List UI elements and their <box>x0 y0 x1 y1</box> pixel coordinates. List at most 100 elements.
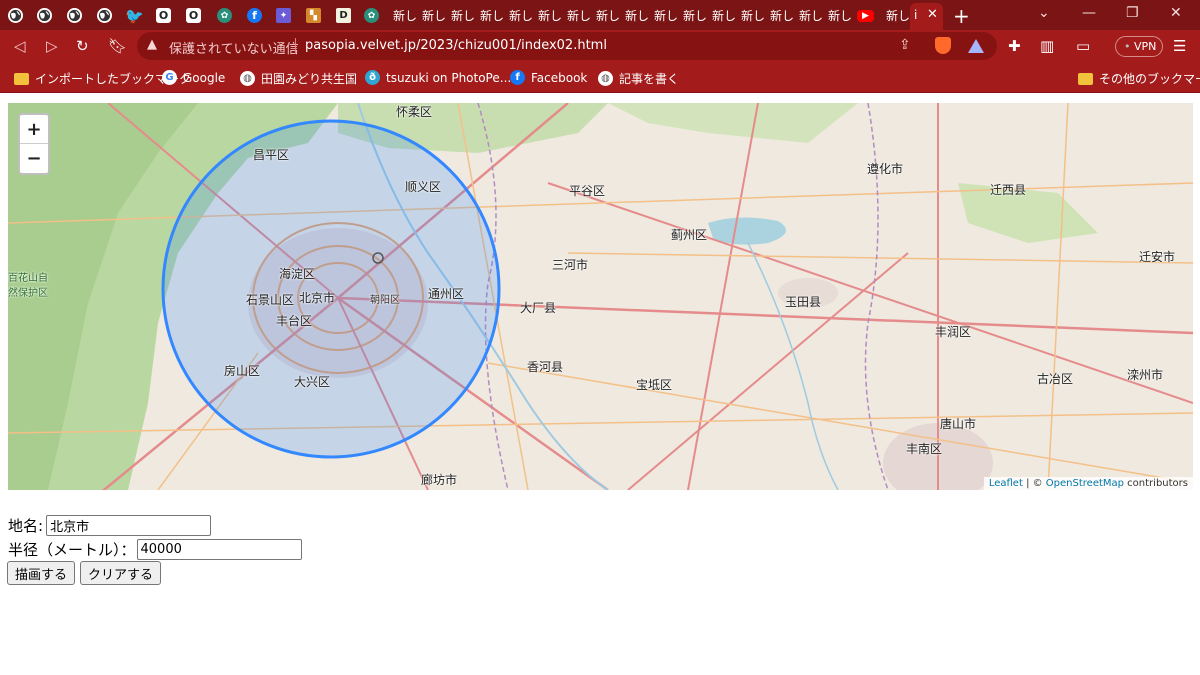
close-window-icon[interactable]: ✕ <box>1170 5 1182 21</box>
map-label: 房山区 <box>224 364 261 378</box>
extensions-icon[interactable]: ✚ <box>1008 37 1021 55</box>
folder-icon <box>1078 72 1093 85</box>
omnibox-divider <box>295 38 296 54</box>
globe-icon: ◍ <box>598 71 613 86</box>
map-label: 蓟州区 <box>671 228 708 242</box>
bookmark-label: Google <box>183 70 226 85</box>
url-text[interactable]: pasopia.velvet.jp/2023/chizu001/index02.… <box>305 38 607 53</box>
active-tab[interactable]: i ✕ <box>910 3 943 30</box>
bookmark-item[interactable]: f Facebook <box>510 70 587 85</box>
active-tab-title: i <box>914 8 918 22</box>
tab-new[interactable]: 新し <box>393 7 417 24</box>
tab-twitter[interactable]: 🐦 <box>121 3 148 28</box>
zoom-control: + − <box>18 113 50 175</box>
new-tab-button[interactable]: + <box>953 4 970 28</box>
tab-new[interactable]: 新し <box>451 7 475 24</box>
tab-globe[interactable] <box>91 3 118 28</box>
tab-youtube[interactable]: ▶ <box>852 3 879 28</box>
map-label: 百花山自然保护区 <box>8 273 48 299</box>
tab-new[interactable]: 新し <box>770 7 794 24</box>
map-tiles[interactable] <box>8 103 1193 490</box>
leaflet-link[interactable]: Leaflet <box>989 478 1023 489</box>
vpn-button[interactable]: • VPN <box>1115 36 1163 57</box>
tab-hatena[interactable]: ✦ <box>270 3 297 28</box>
bookmark-item[interactable]: G Google <box>162 70 225 85</box>
zoom-in-button[interactable]: + <box>20 115 48 144</box>
tab-new[interactable]: 新し <box>654 7 678 24</box>
attribution-contributors: contributors <box>1124 478 1188 489</box>
tab-new[interactable]: 新し <box>422 7 446 24</box>
map-label: 昌平区 <box>253 148 290 162</box>
tab-new[interactable]: 新し <box>625 7 649 24</box>
map-label: 平谷区 <box>569 184 606 198</box>
map-label: 香河县 <box>527 360 564 374</box>
tab-facebook[interactable]: f <box>241 3 268 28</box>
youtube-icon: ▶ <box>857 9 874 22</box>
place-input[interactable] <box>46 515 212 536</box>
address-bar[interactable]: ▲ 保護されていない通信 pasopia.velvet.jp/2023/chiz… <box>137 32 997 60</box>
tab-new[interactable]: 新し <box>886 7 910 24</box>
clear-button[interactable]: クリアする <box>80 561 162 585</box>
restore-icon[interactable]: ❐ <box>1126 5 1139 21</box>
map-label: 丰南区 <box>906 442 943 456</box>
bookmark-label: tsuzuki on PhotoPe... <box>386 70 512 85</box>
google-icon: G <box>162 70 177 85</box>
d-app-icon: D <box>336 8 351 23</box>
close-tab-icon[interactable]: ✕ <box>927 7 938 22</box>
osm-link[interactable]: OpenStreetMap <box>1046 478 1124 489</box>
sidebar-icon[interactable]: ▥ <box>1040 37 1054 55</box>
radius-input[interactable] <box>136 539 302 560</box>
map-label: 宝坻区 <box>636 378 673 392</box>
brave-rewards-icon[interactable] <box>968 39 984 53</box>
chatgpt-icon: ✿ <box>364 8 379 23</box>
menu-icon[interactable]: ☰ <box>1173 37 1186 55</box>
tab-note[interactable]: ▚ <box>300 3 327 28</box>
globe-icon <box>8 8 23 23</box>
tab-new[interactable]: 新し <box>712 7 736 24</box>
tab-o[interactable]: O <box>180 3 207 28</box>
bookmark-item[interactable]: ◍ 田園みどり共生国 <box>240 70 357 87</box>
tab-new[interactable]: 新し <box>509 7 533 24</box>
tab-d[interactable]: D <box>330 3 357 28</box>
reload-icon[interactable]: ↻ <box>76 37 89 55</box>
back-icon[interactable]: ◁ <box>14 37 26 55</box>
bookmark-item[interactable]: ◍ 記事を書く <box>598 70 679 87</box>
warning-icon[interactable]: ▲ <box>147 37 157 52</box>
map-label: 遵化市 <box>867 162 904 176</box>
tab-new[interactable]: 新し <box>538 7 562 24</box>
share-icon[interactable]: ⇪ <box>899 37 911 53</box>
tab-new[interactable]: 新し <box>741 7 765 24</box>
tab-o[interactable]: O <box>150 3 177 28</box>
bookmark-item[interactable]: ð tsuzuki on PhotoPe... <box>365 70 511 85</box>
map-container[interactable]: 北京市 海淀区 朝阳区 昌平区 顺义区 通州区 丰台区 石景山区 房山区 大兴区… <box>8 103 1193 490</box>
tab-new[interactable]: 新し <box>683 7 707 24</box>
zoom-out-button[interactable]: − <box>20 144 48 173</box>
bookmark-icon[interactable]: 🔖︎ <box>108 37 127 55</box>
tab-strip: 🐦 O O ✿ f ✦ ▚ D ✿ 新し 新し 新し 新し 新し 新し 新し 新… <box>0 0 1200 30</box>
security-label[interactable]: 保護されていない通信 <box>169 38 299 57</box>
minimize-icon[interactable]: — <box>1082 5 1096 21</box>
note-icon: ▚ <box>306 8 321 23</box>
brave-shields-icon[interactable] <box>935 37 951 54</box>
vpn-label: VPN <box>1134 40 1157 53</box>
map-label: 大厂县 <box>520 301 557 315</box>
tab-globe[interactable] <box>2 3 29 28</box>
tab-new[interactable]: 新し <box>567 7 591 24</box>
tab-new[interactable]: 新し <box>828 7 852 24</box>
tab-search-icon[interactable]: ⌄ <box>1038 5 1050 21</box>
tab-chatgpt[interactable]: ✿ <box>211 3 238 28</box>
tab-globe[interactable] <box>61 3 88 28</box>
forward-icon[interactable]: ▷ <box>46 37 58 55</box>
tab-globe[interactable] <box>31 3 58 28</box>
globe-icon <box>37 8 52 23</box>
tab-new[interactable]: 新し <box>799 7 823 24</box>
wallet-icon[interactable]: ▭ <box>1076 37 1090 55</box>
map-label: 古冶区 <box>1037 372 1074 386</box>
draw-button[interactable]: 描画する <box>7 561 76 585</box>
tab-new[interactable]: 新し <box>596 7 620 24</box>
facebook-icon: f <box>247 8 262 23</box>
map-label: 唐山市 <box>940 417 977 431</box>
tab-new[interactable]: 新し <box>480 7 504 24</box>
other-bookmarks[interactable]: その他のブックマーク <box>1078 70 1200 87</box>
tab-chatgpt[interactable]: ✿ <box>358 3 385 28</box>
